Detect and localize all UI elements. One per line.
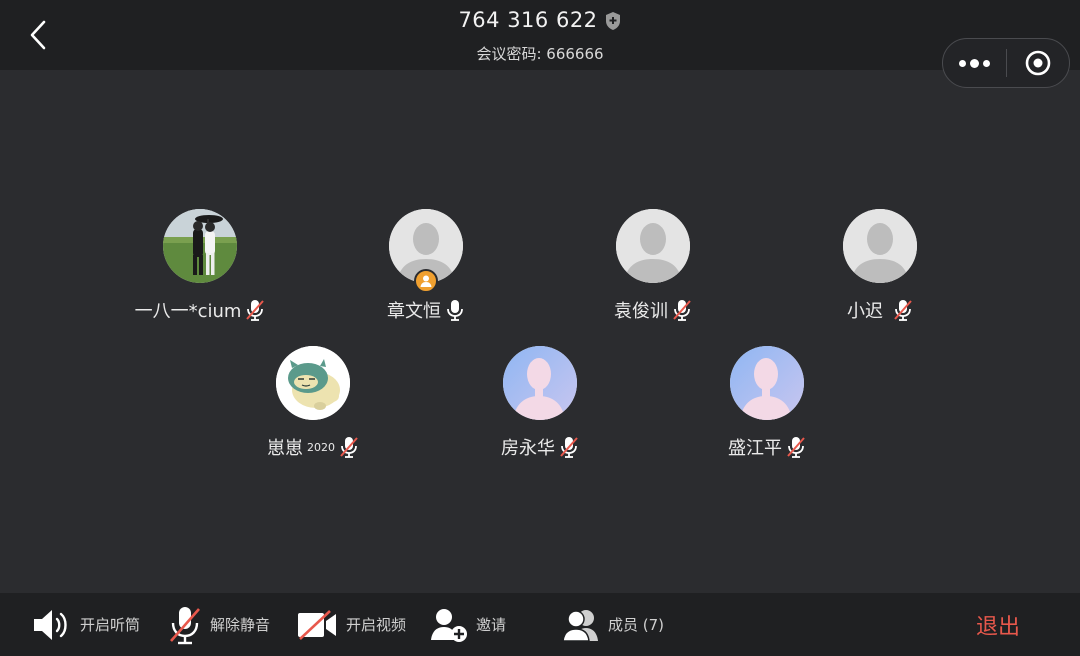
mic-muted-icon: [894, 300, 912, 321]
mic-muted-icon: [560, 437, 578, 458]
exit-button[interactable]: 退出: [976, 593, 1020, 656]
speaker-button[interactable]: 开启听筒: [32, 593, 140, 656]
participant-name: 一八一*cium: [134, 301, 242, 322]
participant-name-sup: 2020: [307, 440, 335, 454]
unmute-label: 解除静音: [210, 616, 271, 634]
avatar: [843, 209, 917, 283]
participant-tile[interactable]: 崽崽 2020: [213, 346, 413, 460]
more-button[interactable]: [943, 38, 1006, 88]
top-bar: 764 316 622 会议密码: 666666: [0, 0, 1080, 70]
speaker-icon: [34, 609, 67, 640]
bottom-toolbar: 开启听筒 解除静音 开启视频 邀请 成员 (7) 退出: [0, 593, 1080, 656]
more-dot-icon: [959, 59, 966, 67]
shield-icon: [605, 12, 620, 30]
mic-muted-icon: [170, 606, 200, 644]
more-dot-icon: [970, 58, 979, 68]
participant-name: 房永华: [501, 438, 555, 459]
mic-icon: [447, 300, 463, 321]
participant-tile[interactable]: 一八一*cium: [100, 209, 300, 323]
meeting-id: 764 316 622: [0, 8, 1080, 32]
target-circle-icon: [1025, 50, 1051, 76]
meeting-id-text: 764 316 622: [458, 8, 598, 32]
participant-tile[interactable]: 章文恒: [326, 209, 526, 323]
avatar: [503, 346, 577, 420]
snorlax-avatar-icon: [276, 346, 350, 420]
more-dot-icon: [983, 59, 990, 67]
participant-name: 崽崽: [267, 438, 303, 459]
avatar: [276, 346, 350, 420]
video-off-icon: [298, 609, 336, 640]
invite-label: 邀请: [476, 616, 507, 634]
participant-name: 小迟: [847, 301, 883, 322]
participant-tile[interactable]: 房永华: [440, 346, 640, 460]
invite-button[interactable]: 邀请: [430, 593, 506, 656]
members-label: 成员 (7): [608, 616, 665, 634]
participant-name: 袁俊训: [614, 301, 668, 322]
participant-name: 章文恒: [387, 301, 441, 322]
blue-silhouette-avatar-icon: [730, 346, 804, 420]
default-avatar-icon: [616, 209, 690, 283]
mic-muted-icon: [787, 437, 805, 458]
mic-muted-icon: [246, 300, 265, 321]
participant-name: 盛江平: [728, 438, 782, 459]
participant-tile[interactable]: 盛江平: [667, 346, 867, 460]
participant-tile[interactable]: 袁俊训: [553, 209, 753, 323]
photo-avatar-icon: [163, 209, 237, 283]
unmute-button[interactable]: 解除静音: [168, 593, 270, 656]
members-button[interactable]: 成员 (7): [562, 593, 664, 656]
avatar: [163, 209, 237, 283]
mini-program-capsule: [942, 38, 1070, 88]
add-user-icon: [431, 608, 467, 642]
blue-silhouette-avatar-icon: [503, 346, 577, 420]
video-button[interactable]: 开启视频: [296, 593, 406, 656]
video-label: 开启视频: [346, 616, 407, 634]
default-avatar-icon: [843, 209, 917, 283]
host-badge: [414, 269, 438, 293]
avatar: [730, 346, 804, 420]
meeting-password: 会议密码: 666666: [476, 45, 604, 63]
speaker-label: 开启听筒: [80, 616, 141, 634]
participant-tile[interactable]: 小迟: [780, 209, 980, 323]
avatar: [616, 209, 690, 283]
close-miniprogram-button[interactable]: [1007, 38, 1069, 88]
mic-muted-icon: [673, 300, 691, 321]
host-person-icon: [420, 275, 432, 287]
mic-muted-icon: [340, 437, 358, 458]
members-icon: [562, 609, 598, 642]
